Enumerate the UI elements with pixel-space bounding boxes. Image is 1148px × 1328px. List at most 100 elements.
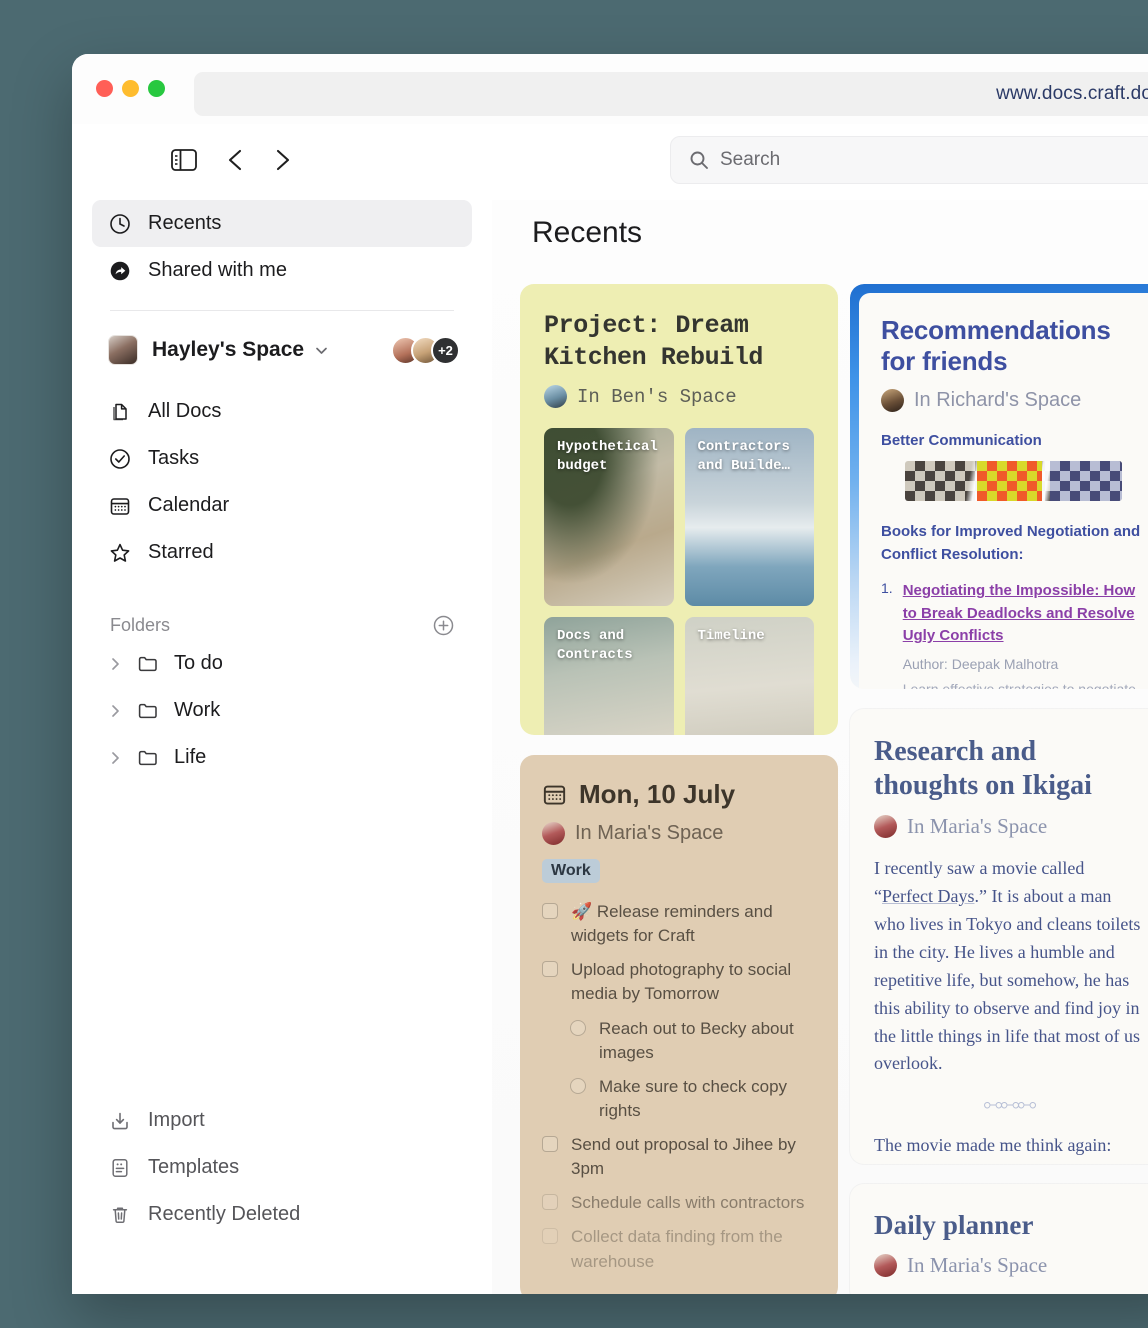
minimize-window-button[interactable] (122, 80, 139, 97)
sidebar-item-all-docs[interactable]: All Docs (92, 388, 472, 435)
browser-titlebar: www.docs.craft.do (72, 54, 1148, 124)
task-item[interactable]: Send out proposal to Jihee by 3pm (542, 1128, 816, 1186)
sidebar-item-recents[interactable]: Recents (92, 200, 472, 247)
task-text: Upload photography to social media by To… (571, 960, 792, 1004)
checkbox[interactable] (542, 1228, 558, 1245)
search-input[interactable]: Search (670, 136, 1148, 184)
sidebar-item-starred[interactable]: Starred (92, 529, 472, 576)
card-space-row: In Richard's Space (881, 389, 1146, 413)
card-paragraph: I recently saw a movie called “Perfect D… (874, 855, 1144, 1078)
sidebar-item-import[interactable]: Import (92, 1097, 472, 1144)
chevron-right-icon[interactable] (108, 704, 122, 718)
avatar (881, 389, 904, 413)
sidebar-bottom-actions: Import Templates Recently Deleted (92, 1097, 472, 1238)
close-window-button[interactable] (96, 80, 113, 97)
book-link[interactable]: Negotiating the Impossible: How to Break… (903, 582, 1136, 644)
folder-list: To do Work Life (92, 640, 472, 781)
sidebar-item-label: Templates (148, 1156, 240, 1178)
task-list: 🚀 Release reminders and widgets for Craf… (542, 895, 816, 1279)
card-ikigai[interactable]: Research and thoughts on Ikigai In Maria… (850, 709, 1148, 1164)
space-members-avatars[interactable]: +2 (391, 336, 460, 365)
thumbnail[interactable]: Docs and Contracts (544, 617, 674, 735)
sidebar: Recents Shared with me Hayley's Space +2… (72, 200, 492, 1294)
checkered-collage-image (905, 461, 1122, 502)
task-item[interactable]: Reach out to Becky about images (542, 1012, 816, 1070)
avatar (542, 822, 565, 845)
back-button[interactable] (216, 140, 256, 180)
main-content: Recents Project: Dream Kitchen Rebuild I… (492, 200, 1148, 1294)
card-daily-tasks[interactable]: Mon, 10 July In Maria's Space Work 🚀 Rel… (520, 755, 838, 1294)
card-heading: Better Communication (881, 432, 1042, 450)
task-text: Schedule calls with contractors (571, 1193, 805, 1213)
task-item[interactable]: Upload photography to social media by To… (542, 953, 816, 1011)
url-text: www.docs.craft.do (996, 83, 1148, 104)
cards-column-left: Project: Dream Kitchen Rebuild In Ben's … (520, 284, 838, 1294)
task-item[interactable]: 🚀 Release reminders and widgets for Craf… (542, 895, 816, 953)
browser-window: www.docs.craft.do Search Recents Shared … (72, 54, 1148, 1294)
chevron-right-icon[interactable] (108, 657, 122, 671)
card-paragraph: The movie made me think again: Most of m… (874, 1135, 1134, 1164)
forward-button[interactable] (262, 140, 302, 180)
chevron-down-icon[interactable] (314, 343, 329, 358)
checkbox[interactable] (542, 1136, 558, 1152)
card-space-row: In Maria's Space (874, 814, 1144, 839)
clock-icon (108, 212, 132, 236)
book-description: Learn effective strategies to negotiate … (902, 680, 1136, 689)
task-item[interactable]: Collect data finding from the warehouse (542, 1220, 816, 1278)
sidebar-item-label: All Docs (148, 400, 222, 422)
card-recommendations[interactable]: Recommendations for friends In Richard's… (850, 284, 1148, 689)
sidebar-item-templates[interactable]: Templates (92, 1144, 472, 1191)
import-icon (108, 1109, 132, 1133)
checkbox[interactable] (542, 1194, 558, 1211)
url-bar[interactable]: www.docs.craft.do (194, 72, 1148, 116)
calendar-icon (542, 782, 567, 807)
movie-link[interactable]: Perfect Days (882, 886, 974, 906)
thumbnail-label: Contractors and Builde… (697, 439, 790, 474)
plus-circle-icon[interactable] (433, 615, 454, 636)
sidebar-item-shared-with-me[interactable]: Shared with me (92, 247, 472, 294)
avatar (544, 385, 567, 408)
task-text: Collect data finding from the warehouse (571, 1227, 783, 1271)
thumbnail[interactable]: Timeline (684, 617, 814, 735)
card-dream-kitchen[interactable]: Project: Dream Kitchen Rebuild In Ben's … (520, 284, 838, 735)
card-space-label: In Maria's Space (575, 822, 724, 844)
avatar (874, 815, 897, 839)
chevron-right-icon[interactable] (108, 751, 122, 765)
task-item[interactable]: Make sure to check copy rights (542, 1070, 816, 1128)
sidebar-item-label: Tasks (148, 447, 200, 469)
checkbox[interactable] (570, 1019, 586, 1036)
folder-row[interactable]: Life (92, 734, 472, 781)
checkbox[interactable] (542, 961, 558, 978)
folder-row[interactable]: Work (92, 687, 472, 734)
space-avatar (108, 335, 138, 365)
avatar-overflow-badge: +2 (431, 336, 460, 365)
thumbnail[interactable]: Contractors and Builde… (684, 428, 814, 606)
space-selector[interactable]: Hayley's Space +2 (92, 322, 472, 378)
thumbnail-label: Timeline (697, 628, 765, 644)
checkbox[interactable] (542, 903, 558, 919)
sidebar-nav-list: All Docs Tasks Calendar Starred (92, 388, 472, 576)
trash-icon (108, 1203, 132, 1227)
thumbnail[interactable]: Hypothetical budget (544, 428, 674, 606)
folder-icon (136, 652, 160, 676)
maximize-window-button[interactable] (148, 80, 165, 97)
folder-row[interactable]: To do (92, 640, 472, 687)
task-item[interactable]: Schedule calls with contractors (542, 1186, 816, 1220)
checkbox[interactable] (570, 1077, 586, 1094)
search-icon (690, 151, 708, 169)
check-circle-icon (108, 447, 132, 471)
calendar-icon (108, 494, 132, 518)
docs-icon (108, 400, 132, 424)
sidebar-item-calendar[interactable]: Calendar (92, 482, 472, 529)
sidebar-item-recently-deleted[interactable]: Recently Deleted (92, 1191, 472, 1238)
task-text: Make sure to check copy rights (599, 1076, 788, 1120)
sidebar-item-tasks[interactable]: Tasks (92, 435, 472, 482)
sidebar-item-label: Import (148, 1109, 205, 1131)
folder-label: To do (174, 652, 223, 674)
sidebar-toggle-icon[interactable] (164, 140, 204, 180)
task-text: Send out proposal to Jihee by 3pm (571, 1135, 796, 1179)
folder-label: Work (174, 699, 221, 721)
card-title: Project: Dream Kitchen Rebuild (544, 311, 764, 372)
page-title: Recents (532, 216, 643, 249)
card-daily-planner[interactable]: Daily planner In Maria's Space (850, 1184, 1148, 1294)
